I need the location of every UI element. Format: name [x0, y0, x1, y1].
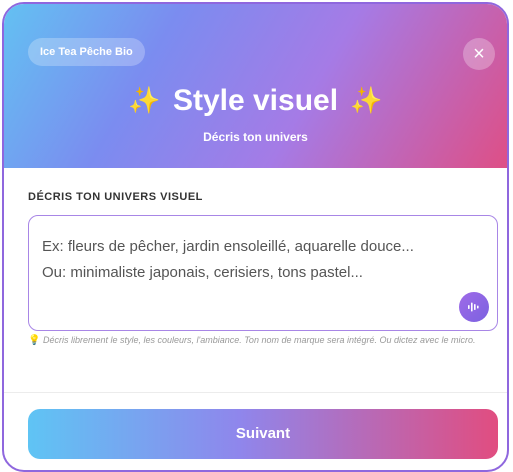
title-text: Style visuel — [172, 84, 339, 117]
divider — [4, 392, 507, 393]
sparkle-icon: ✨ — [350, 85, 383, 115]
brand-badge: Ice Tea Pêche Bio — [28, 38, 145, 66]
modal-title: ✨ Style visuel ✨ — [4, 82, 507, 119]
placeholder-line-2: Ou: minimaliste japonais, cerisiers, ton… — [42, 264, 363, 281]
section-label: DÉCRIS TON UNIVERS VISUEL — [28, 191, 203, 203]
placeholder-line-1: Ex: fleurs de pêcher, jardin ensoleillé,… — [42, 238, 414, 255]
style-description-input[interactable]: Ex: fleurs de pêcher, jardin ensoleillé,… — [28, 215, 498, 331]
microphone-button[interactable] — [459, 292, 489, 322]
lightbulb-icon: 💡 — [28, 335, 41, 346]
microphone-waveform-icon — [468, 302, 479, 312]
sparkle-icon: ✨ — [128, 85, 161, 115]
close-icon: × — [473, 43, 485, 65]
modal-header: Ice Tea Pêche Bio × ✨ Style visuel ✨ Déc… — [4, 4, 507, 168]
input-placeholder: Ex: fleurs de pêcher, jardin ensoleillé,… — [42, 234, 461, 286]
next-button[interactable]: Suivant — [28, 409, 498, 459]
help-text: 💡 Décris librement le style, les couleur… — [28, 333, 496, 348]
help-text-content: Décris librement le style, les couleurs,… — [42, 335, 476, 345]
close-button[interactable]: × — [463, 38, 495, 70]
style-modal: Ice Tea Pêche Bio × ✨ Style visuel ✨ Déc… — [2, 2, 509, 472]
modal-subtitle: Décris ton univers — [203, 130, 308, 144]
